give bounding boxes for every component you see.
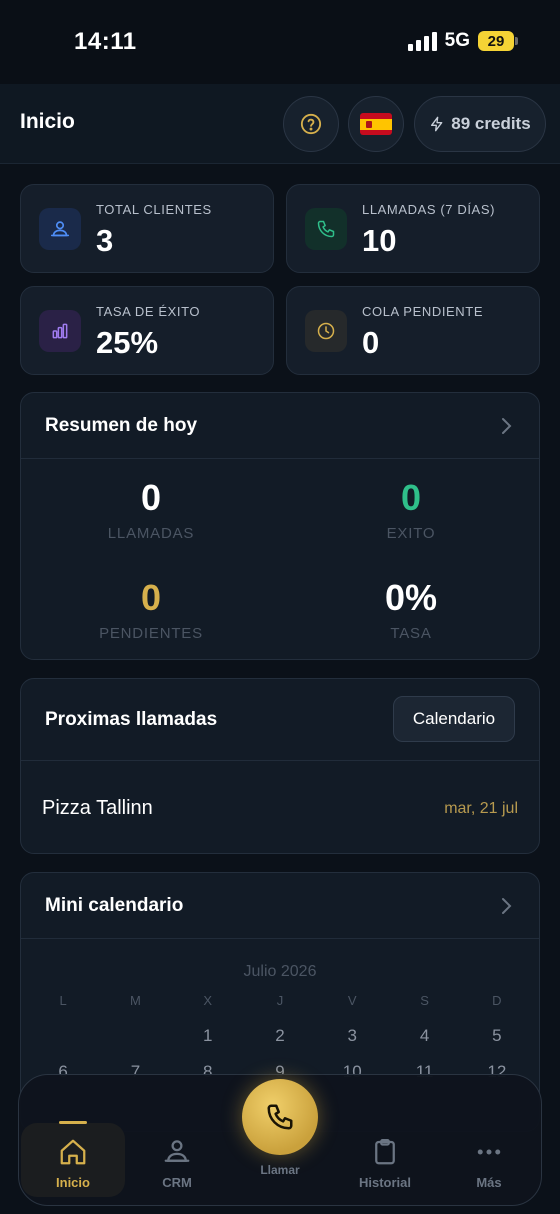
summary-value: 0%: [384, 577, 438, 618]
nav-label: Más: [476, 1175, 502, 1190]
credits-button[interactable]: 89 credits: [414, 96, 546, 152]
page-title: Inicio: [20, 110, 75, 133]
calendar-week: 1 2 3 4 5: [21, 1026, 539, 1046]
mini-calendar-header[interactable]: Mini calendario: [21, 873, 539, 939]
summary-title: Resumen de hoy: [45, 415, 198, 436]
weekday: M: [130, 993, 141, 1008]
calendar-day[interactable]: 4: [388, 1026, 460, 1046]
stat-card-total-clientes[interactable]: TOTAL CLIENTES 3: [20, 184, 274, 273]
bar-chart-icon: [39, 310, 81, 352]
summary-value: 0: [140, 577, 162, 618]
nav-item-mas[interactable]: Más: [437, 1123, 541, 1197]
mini-calendar-title: Mini calendario: [45, 895, 184, 916]
active-indicator: [59, 1121, 87, 1124]
chevron-right-icon: [502, 418, 512, 434]
summary-header[interactable]: Resumen de hoy: [21, 393, 539, 459]
summary-grid: 0 LLAMADAS 0 EXITO 0 PENDIENTES 0% TASA: [21, 459, 539, 659]
calendar-day[interactable]: 3: [316, 1026, 388, 1046]
stat-label: LLAMADAS (7 DÍAS): [362, 202, 496, 217]
nav-item-inicio[interactable]: Inicio: [21, 1121, 125, 1197]
nav-label: Inicio: [56, 1175, 90, 1190]
stat-label: TOTAL CLIENTES: [96, 202, 212, 217]
language-button[interactable]: [348, 96, 404, 152]
clock-icon: [305, 310, 347, 352]
weekday: D: [492, 993, 502, 1008]
weekday: J: [276, 993, 284, 1008]
summary-label: PENDIENTES: [99, 625, 203, 642]
call-date: mar, 21 jul: [444, 800, 518, 817]
call-name: Pizza Tallinn: [42, 797, 153, 819]
weekday: L: [59, 993, 67, 1008]
chevron-right-icon: [502, 898, 512, 914]
calendar-button[interactable]: Calendario: [393, 696, 515, 742]
weekday-row: L M X J V S D: [21, 993, 539, 1008]
calendar-day[interactable]: 2: [244, 1026, 316, 1046]
calendar-month: Julio 2026: [243, 963, 317, 980]
summary-cell-exito: 0 EXITO: [281, 477, 539, 542]
next-calls-header: Proximas llamadas Calendario: [21, 679, 539, 761]
nav-item-historial[interactable]: Historial: [333, 1123, 437, 1197]
network-type: 5G: [444, 30, 470, 51]
clipboard-icon: [375, 1139, 395, 1165]
stat-value: 0: [362, 325, 380, 360]
help-button[interactable]: [283, 96, 339, 152]
stat-label: TASA DE ÉXITO: [96, 304, 201, 319]
nav-label: Llamar: [260, 1163, 300, 1177]
users-icon: [39, 208, 81, 250]
stat-card-cola-pendiente[interactable]: COLA PENDIENTE 0: [286, 286, 540, 375]
stat-card-tasa-exito[interactable]: TASA DE ÉXITO 25%: [20, 286, 274, 375]
nav-label: CRM: [162, 1175, 192, 1190]
home-icon: [60, 1139, 86, 1165]
summary-cell-pendientes: 0 PENDIENTES: [21, 577, 281, 642]
summary-label: TASA: [390, 625, 432, 642]
status-indicators: 5G 29: [407, 30, 518, 52]
app-header: Inicio 89 credits: [0, 84, 560, 164]
bottom-nav: Inicio CRM Llamar Historial Más: [18, 1074, 542, 1206]
help-icon: [300, 113, 322, 135]
stat-value: 3: [96, 223, 114, 258]
summary-value: 0: [400, 477, 422, 518]
calendar-day[interactable]: 5: [461, 1026, 533, 1046]
summary-cell-llamadas: 0 LLAMADAS: [21, 477, 281, 542]
call-button[interactable]: [242, 1079, 318, 1155]
battery-icon: 29: [478, 31, 518, 51]
calendar-day[interactable]: 1: [172, 1026, 244, 1046]
phone-icon: [267, 1104, 293, 1130]
calendar-day: [27, 1026, 99, 1046]
summary-value: 0: [140, 477, 162, 518]
next-calls-card: Proximas llamadas Calendario Pizza Talli…: [20, 678, 540, 854]
summary-label: EXITO: [386, 525, 436, 542]
summary-card: Resumen de hoy 0 LLAMADAS 0 EXITO 0 PEND…: [20, 392, 540, 660]
credits-label: 89 credits: [451, 114, 531, 133]
weekday: X: [203, 993, 213, 1008]
spain-flag-icon: [360, 113, 392, 135]
more-icon: [477, 1149, 501, 1155]
status-bar: 14:11 5G 29: [0, 0, 560, 84]
signal-icon: [407, 31, 437, 51]
calendar-day: [99, 1026, 171, 1046]
stat-value: 25%: [96, 325, 159, 360]
next-calls-title: Proximas llamadas: [45, 709, 218, 730]
nav-item-crm[interactable]: CRM: [125, 1123, 229, 1197]
weekday: S: [420, 993, 429, 1008]
summary-label: LLAMADAS: [107, 525, 195, 542]
users-icon: [164, 1140, 190, 1162]
status-time: 14:11: [74, 28, 137, 55]
summary-cell-tasa: 0% TASA: [281, 577, 539, 642]
lightning-icon: [431, 116, 443, 132]
nav-label: Historial: [358, 1175, 411, 1190]
list-item[interactable]: Pizza Tallinn mar, 21 jul: [21, 761, 539, 853]
stat-value: 10: [362, 223, 397, 258]
weekday: V: [347, 993, 357, 1008]
stat-label: COLA PENDIENTE: [362, 304, 484, 319]
stat-card-llamadas[interactable]: LLAMADAS (7 DÍAS) 10: [286, 184, 540, 273]
phone-icon: [305, 208, 347, 250]
